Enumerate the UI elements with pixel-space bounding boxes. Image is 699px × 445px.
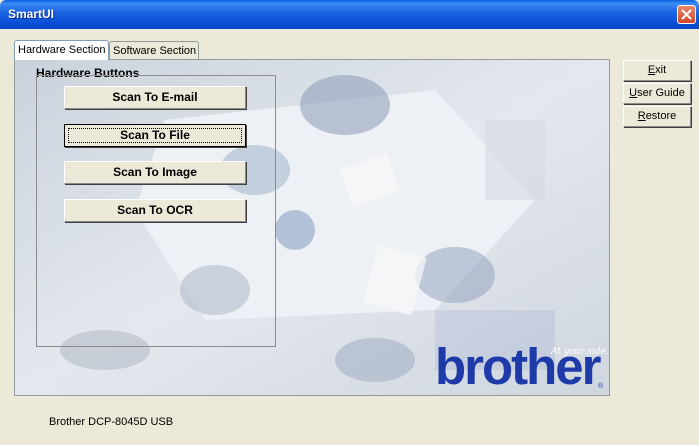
restore-label: estore [645,110,677,122]
restore-button[interactable]: Restore [623,106,691,127]
device-status-label: Brother DCP-8045D USB [49,416,174,428]
scan-to-email-button[interactable]: Scan To E-mail [64,86,246,109]
smartui-window: SmartUI Hardware Section Software Sectio… [0,0,699,445]
tab-software-section-label: Software Section [113,45,197,57]
tab-hardware-section[interactable]: Hardware Section [14,40,109,60]
scan-to-ocr-button[interactable]: Scan To OCR [64,199,246,222]
scan-to-image-label: Scan To Image [113,165,197,179]
focus-rect [68,128,242,143]
brother-logo: brother [435,338,601,395]
scan-to-file-button[interactable]: Scan To File [64,124,246,147]
tab-hardware-section-label: Hardware Section [18,44,106,56]
title-bar[interactable]: SmartUI [0,0,699,29]
scan-to-image-button[interactable]: Scan To Image [64,161,246,184]
close-button[interactable] [677,5,696,24]
exit-label: xit [655,64,667,76]
user-guide-label: ser Guide [637,87,685,99]
scan-to-email-label: Scan To E-mail [112,90,198,104]
hardware-tab-panel: Hardware Buttons Scan To E-mail Scan To … [14,59,610,396]
close-icon [681,9,692,20]
tab-software-section[interactable]: Software Section [109,41,199,59]
exit-button[interactable]: Exit [623,60,691,81]
registered-mark: ® [598,383,604,390]
restore-accel: R [637,110,646,122]
scan-to-ocr-label: Scan To OCR [117,203,193,217]
window-title: SmartUI [8,7,55,21]
user-guide-accel: U [629,87,638,99]
user-guide-button[interactable]: User Guide [623,83,691,104]
